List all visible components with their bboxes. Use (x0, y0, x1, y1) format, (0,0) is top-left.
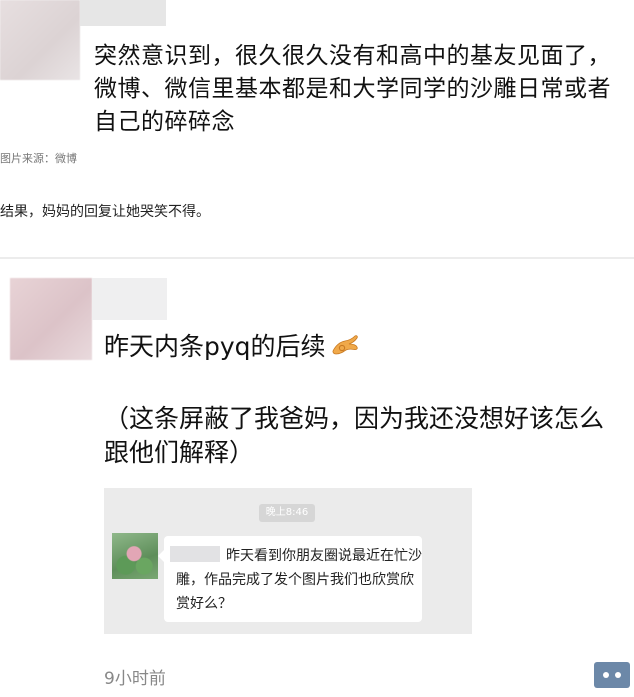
chat-message-bubble: 昨天看到你朋友圈说最近在忙沙雕，作品完成了发个图片我们也欣赏欣赏好么？ (158, 536, 422, 622)
chat-timestamp: 晚上8:46 (259, 504, 315, 522)
post-1: 突然意识到，很久很久没有和高中的基友见面了，微博、微信里基本都是和大学同学的沙雕… (0, 0, 634, 145)
ok-hand-emoji-icon (332, 335, 358, 355)
image-source-label: 图片来源：微博 (0, 152, 77, 165)
more-options-button[interactable] (594, 662, 630, 688)
user-name-blurred[interactable] (80, 0, 166, 26)
more-dot-icon (603, 672, 609, 678)
avatar[interactable] (0, 0, 80, 80)
user-name-blurred[interactable] (92, 278, 167, 320)
post-time-ago: 9小时前 (104, 669, 166, 689)
chat-message-text: 昨天看到你朋友圈说最近在忙沙雕，作品完成了发个图片我们也欣赏欣赏好么？ (176, 548, 422, 612)
avatar[interactable] (10, 278, 92, 360)
post-text-line-1: 昨天内条pyq的后续 (104, 330, 360, 364)
post-text: 突然意识到，很久很久没有和高中的基友见面了，微博、微信里基本都是和大学同学的沙雕… (94, 43, 611, 135)
post-text-paragraph: （这条屏蔽了我爸妈，因为我还没想好该怎么跟他们解释） (104, 404, 605, 467)
divider (0, 257, 634, 259)
post-text-title: 昨天内条pyq的后续 (104, 332, 326, 361)
more-dot-icon (615, 672, 621, 678)
article-caption: 结果，妈妈的回复让她哭笑不得。 (0, 204, 210, 220)
chat-screenshot-image[interactable]: 晚上8:46 昨天看到你朋友圈说最近在忙沙雕，作品完成了发个图片我们也欣赏欣赏好… (104, 488, 472, 634)
chat-avatar-lotus (112, 533, 158, 579)
